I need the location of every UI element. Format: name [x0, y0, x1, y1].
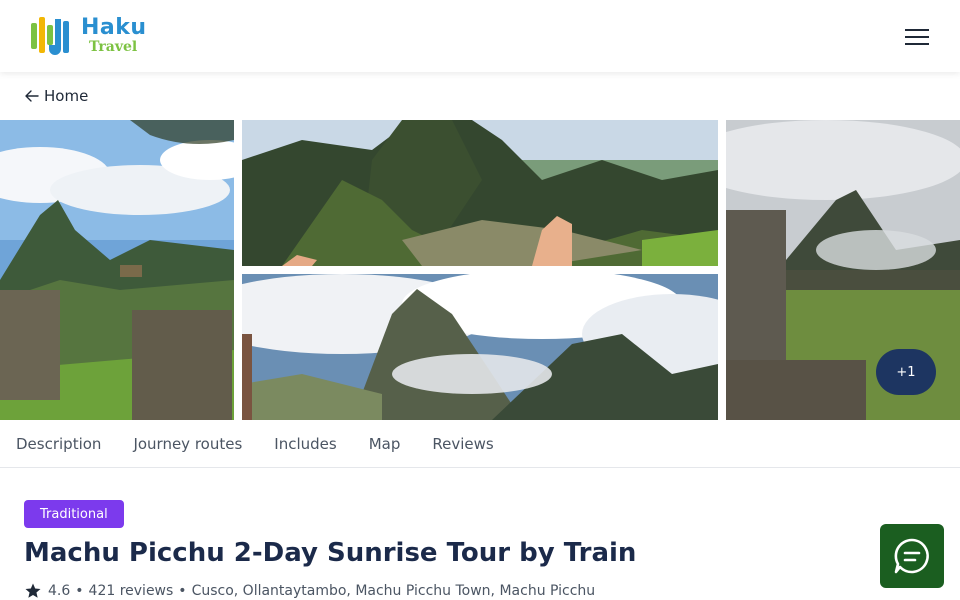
chat-bubble-icon [894, 538, 929, 574]
tour-locations: Cusco, Ollantaytambo, Machu Picchu Town,… [191, 583, 596, 599]
tab-journey-routes[interactable]: Journey routes [133, 435, 242, 453]
breadcrumb-label: Home [44, 87, 89, 105]
more-photos-button[interactable]: +1 [876, 349, 936, 395]
gallery-photo-3[interactable] [242, 274, 718, 420]
tour-title: Machu Picchu 2-Day Sunrise Tour by Train [24, 538, 637, 568]
logo-text-travel: Travel [89, 39, 138, 55]
meta-separator: • [178, 583, 187, 599]
haku-travel-logo[interactable]: Haku Travel [29, 15, 159, 59]
hamburger-icon[interactable] [902, 24, 932, 48]
arrow-left-icon [25, 90, 39, 102]
category-badge: Traditional [24, 500, 124, 528]
tab-includes[interactable]: Includes [274, 435, 336, 453]
tab-reviews[interactable]: Reviews [432, 435, 493, 453]
tab-map[interactable]: Map [369, 435, 401, 453]
site-header: Haku Travel [0, 0, 960, 72]
photo-gallery [0, 120, 960, 420]
chat-button[interactable] [880, 524, 944, 588]
logo-mark-icon [31, 17, 69, 55]
tour-meta: 4.6 • 421 reviews • Cusco, Ollantaytambo… [24, 582, 595, 600]
meta-separator: • [75, 583, 84, 599]
logo-text-haku: Haku [81, 15, 147, 40]
star-icon [25, 583, 41, 598]
review-count[interactable]: 421 reviews [89, 583, 174, 599]
rating-value: 4.6 [48, 583, 71, 599]
gallery-photo-2[interactable] [242, 120, 718, 266]
breadcrumb-home-link[interactable]: Home [24, 86, 88, 106]
gallery-photo-1[interactable] [0, 120, 234, 420]
tab-description[interactable]: Description [16, 435, 101, 453]
tour-tabs: Description Journey routes Includes Map … [0, 420, 960, 468]
